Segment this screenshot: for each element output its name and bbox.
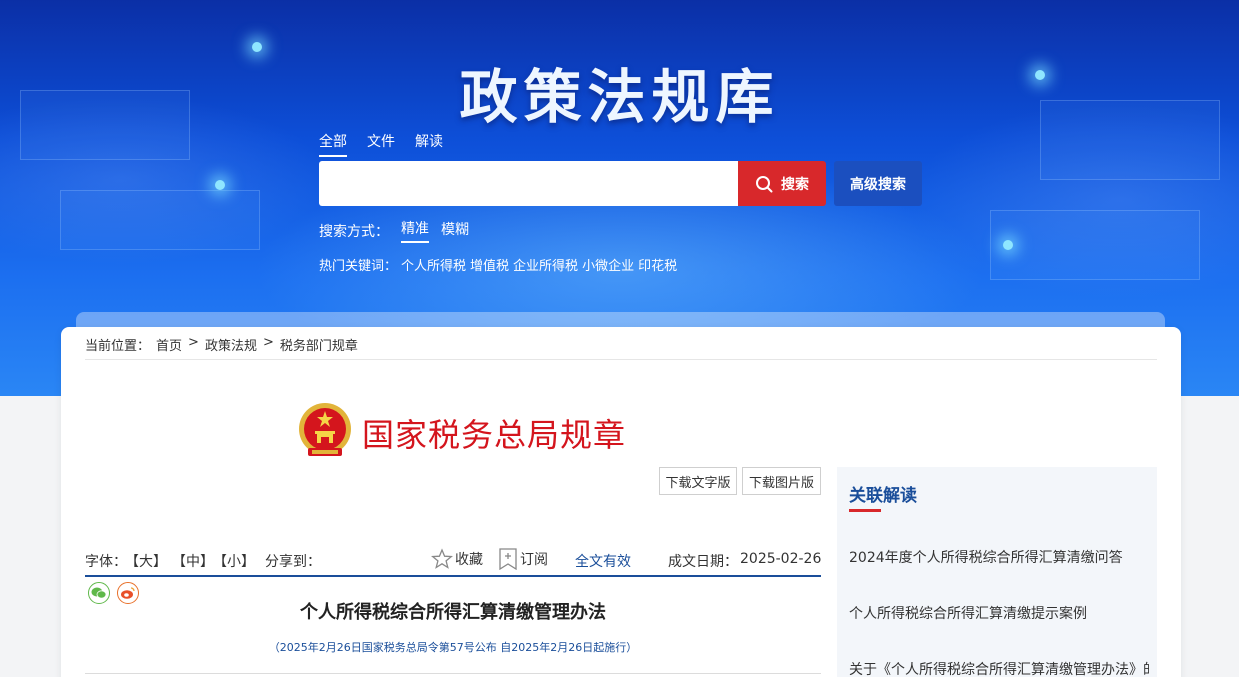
search-button[interactable]: 搜索 (738, 161, 826, 206)
search-input[interactable] (319, 161, 738, 206)
hot-keyword[interactable]: 增值税 (470, 255, 509, 274)
tab-all[interactable]: 全部 (319, 131, 347, 157)
search-mode-label: 搜索方式： (319, 223, 389, 240)
page-title: 政策法规库 (459, 63, 780, 131)
font-medium-button[interactable]: 【中】 (172, 551, 214, 571)
hot-keyword[interactable]: 个人所得税 (401, 255, 466, 274)
scope-tabs: 全部 文件 解读 (319, 131, 443, 157)
breadcrumb-policies[interactable]: 政策法规 (205, 335, 257, 359)
divider (85, 673, 821, 674)
font-large-button[interactable]: 【大】 (125, 551, 167, 571)
subscribe-button[interactable]: 订阅 (498, 548, 548, 570)
decor-panel (990, 210, 1200, 280)
mode-exact[interactable]: 精准 (401, 218, 429, 243)
related-item[interactable]: 2024年度个人所得税综合所得汇算清缴问答 (849, 547, 1149, 567)
related-title: 关联解读 (849, 486, 917, 506)
favorite-button[interactable]: 收藏 (431, 548, 483, 570)
document-subtitle: （2025年2月26日国家税务总局令第57号公布 自2025年2月26日起施行） (268, 641, 638, 654)
hot-keywords: 热门关键词： 个人所得税 增值税 企业所得税 小微企业 印花税 (319, 255, 677, 274)
breadcrumb-separator: > (188, 335, 199, 350)
hot-keyword[interactable]: 小微企业 (582, 255, 634, 274)
breadcrumb-separator: > (262, 335, 274, 350)
related-item[interactable]: 个人所得税综合所得汇算清缴提示案例 (849, 603, 1149, 623)
bookmark-plus-icon (499, 548, 517, 570)
download-text-button[interactable]: 下载文字版 (659, 467, 737, 495)
share-label: 分享到： (265, 554, 321, 570)
document-title: 个人所得税综合所得汇算清缴管理办法 (300, 602, 606, 623)
validity-status: 全文有效 (575, 554, 631, 570)
title-underline (849, 509, 881, 512)
document-toolbar: 字体： 【大】 【中】 【小】 分享到： 收藏 订阅 全文有效 成文日期： 20… (85, 548, 821, 577)
star-icon (431, 548, 453, 569)
font-small-button[interactable]: 【小】 (213, 551, 255, 571)
national-emblem-icon (299, 403, 351, 456)
download-image-button[interactable]: 下载图片版 (742, 467, 821, 495)
hot-keyword[interactable]: 企业所得税 (513, 255, 578, 274)
related-interpretations-panel: 关联解读 2024年度个人所得税综合所得汇算清缴问答 个人所得税综合所得汇算清缴… (837, 467, 1157, 677)
tab-interpretations[interactable]: 解读 (415, 131, 443, 157)
favorite-label: 收藏 (455, 552, 483, 568)
search-icon (756, 175, 773, 192)
breadcrumb-current[interactable]: 税务部门规章 (280, 335, 358, 359)
font-size-label: 字体： (85, 554, 127, 570)
hot-keywords-label: 热门关键词： (319, 259, 398, 274)
search-button-label: 搜索 (781, 176, 809, 193)
advanced-search-button[interactable]: 高级搜索 (834, 161, 922, 206)
subscribe-label: 订阅 (520, 552, 548, 568)
breadcrumb: 当前位置： 首页 > 政策法规 > 税务部门规章 (85, 335, 1157, 360)
related-item[interactable]: 关于《个人所得税综合所得汇算清缴管理办法》的解读 (849, 659, 1149, 677)
date-value: 2025-02-26 (740, 551, 822, 567)
tab-documents[interactable]: 文件 (367, 131, 395, 157)
mode-fuzzy[interactable]: 模糊 (441, 219, 469, 242)
breadcrumb-label: 当前位置： (85, 339, 151, 354)
glow-dot (1003, 240, 1013, 250)
breadcrumb-home[interactable]: 首页 (156, 335, 182, 359)
search-mode-row: 搜索方式： 精准 模糊 (319, 218, 469, 243)
date-label: 成文日期： (668, 554, 738, 570)
agency-title: 国家税务总局规章 (362, 416, 627, 454)
hot-keyword[interactable]: 印花税 (638, 255, 677, 274)
decor-panel (60, 190, 260, 250)
glow-dot (215, 180, 225, 190)
